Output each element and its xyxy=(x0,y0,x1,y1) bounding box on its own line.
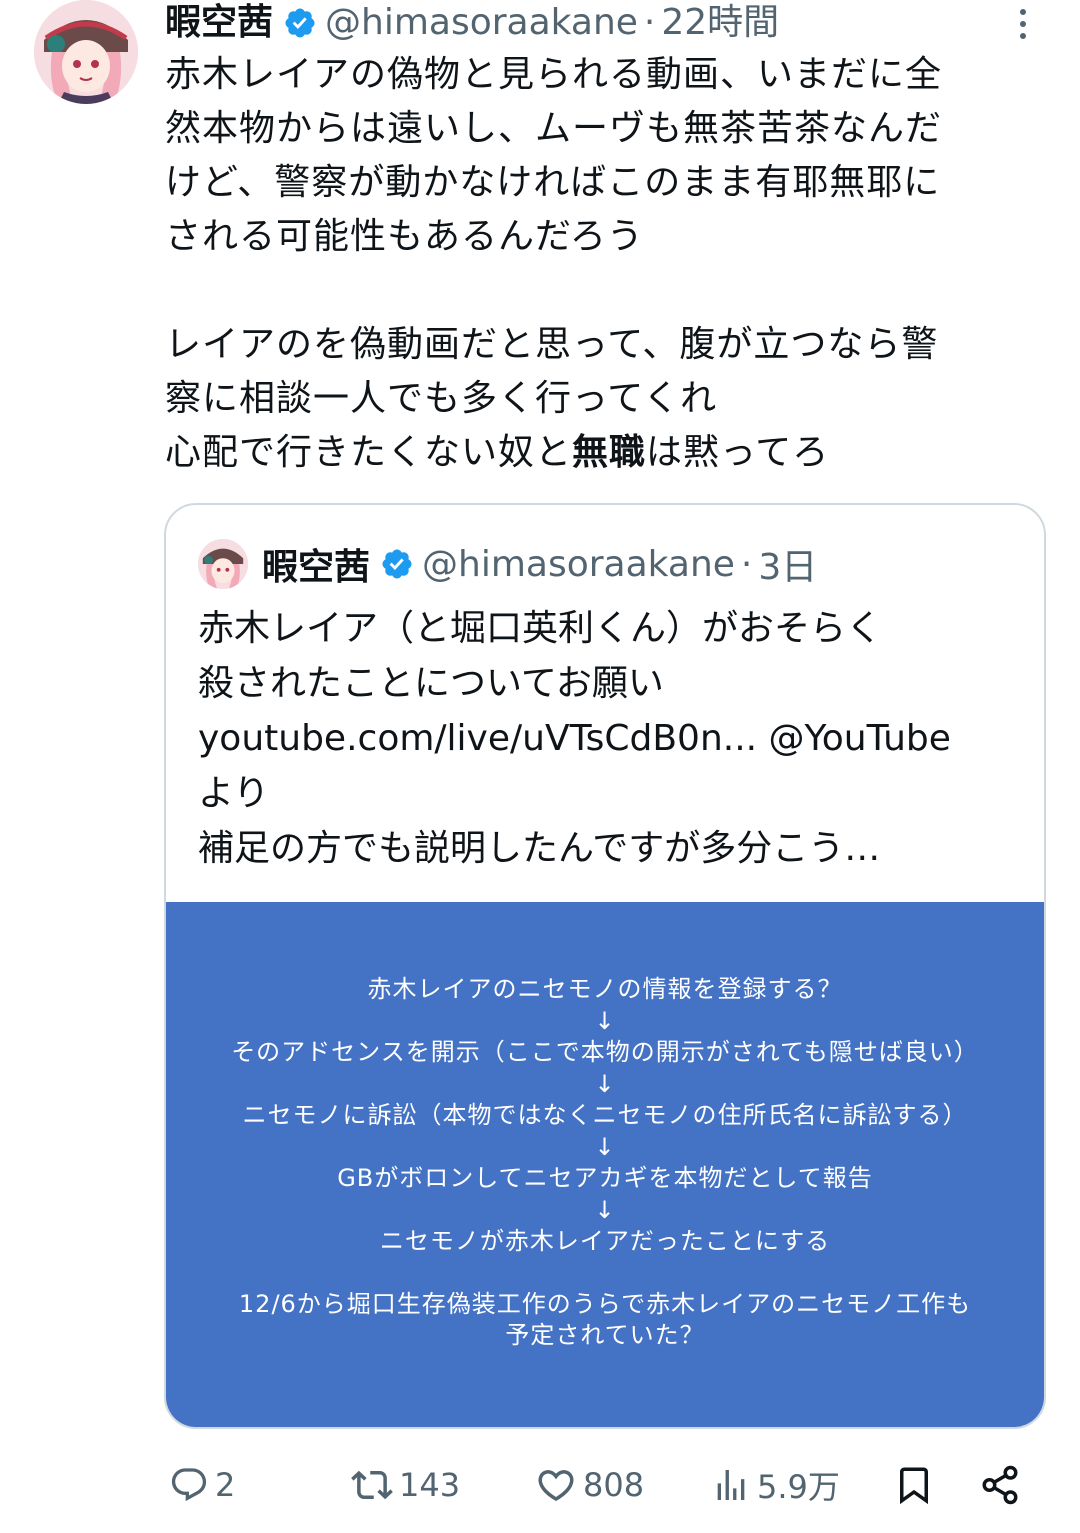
separator-dot: · xyxy=(740,543,753,585)
quoted-line: 補足の方でも説明したんですが多分こう… xyxy=(198,828,881,869)
youtube-link[interactable]: youtube.com/live/uVTsCdB0n... xyxy=(198,718,757,759)
tweet-paragraph-1: 赤木レイアの偽物と見られる動画、いまだに全 然本物からは遠いし、ムーヴも無茶苦茶… xyxy=(165,54,943,257)
quoted-author-name: 暇空茜 xyxy=(262,547,371,588)
tweet-bold-span: 無職 xyxy=(572,432,647,473)
like-button[interactable]: 808 xyxy=(535,1455,644,1515)
views-count: 5.9万 xyxy=(757,1468,840,1506)
tweet-paragraph-2: レイアのを偽動画だと思って、腹が立つなら警 察に相談一人でも多く行ってくれ xyxy=(165,324,939,419)
flow-step: GBがボロンしてニセアカギを本物だとして報告 xyxy=(337,1164,873,1192)
flow-step: ニセモノが赤木レイアだったことにする xyxy=(379,1227,831,1255)
quoted-tweet-image[interactable]: 赤木レイアのニセモノの情報を登録する？ ↓ そのアドセンスを開示（ここで本物の開… xyxy=(166,902,1044,1427)
avatar[interactable] xyxy=(34,0,138,104)
quoted-line: 殺されたことについてお願い xyxy=(198,663,664,704)
tweet-text: 赤木レイアの偽物と見られる動画、いまだに全 然本物からは遠いし、ムーヴも無茶苦茶… xyxy=(165,48,1055,480)
tweet-text-span: は黙ってろ xyxy=(646,432,830,473)
down-arrow-icon: ↓ xyxy=(594,1133,616,1161)
reply-icon xyxy=(169,1465,209,1505)
flow-step: ニセモノに訴訟（本物ではなくニセモノの住所氏名に訴訟する） xyxy=(242,1101,968,1129)
retweet-icon xyxy=(351,1464,393,1506)
down-arrow-icon: ↓ xyxy=(594,1196,616,1224)
retweet-count: 143 xyxy=(399,1466,461,1504)
reply-count: 2 xyxy=(215,1466,236,1504)
verified-badge-icon xyxy=(283,6,317,40)
quoted-line: 赤木レイア（と堀口英利くん）がおそらく xyxy=(198,608,883,649)
quoted-line: より xyxy=(198,773,270,814)
author-name[interactable]: 暇空茜 xyxy=(165,0,273,46)
views-button[interactable]: 5.9万 xyxy=(711,1455,840,1515)
tweet: 暇空茜 @himasoraakane · 22時間 赤木レイアの偽物と見られる動… xyxy=(0,0,1080,1533)
separator-dot: · xyxy=(643,2,656,43)
quoted-tweet-header: 暇空茜 @himasoraakane · 3日 xyxy=(198,539,817,589)
verified-badge-icon xyxy=(380,547,414,581)
author-handle[interactable]: @himasoraakane xyxy=(325,0,638,46)
tweet-header: 暇空茜 @himasoraakane · 22時間 xyxy=(165,0,779,46)
flow-step: 赤木レイアのニセモノの情報を登録する？ xyxy=(367,975,843,1003)
tweet-text-span: 心配で行きたくない奴と xyxy=(165,432,573,473)
down-arrow-icon: ↓ xyxy=(594,1070,616,1098)
youtube-mention: @YouTube xyxy=(757,718,951,759)
quoted-tweet-time: 3日 xyxy=(758,547,818,588)
share-button[interactable] xyxy=(979,1455,1021,1515)
quoted-author-handle: @himasoraakane xyxy=(422,543,735,585)
retweet-button[interactable]: 143 xyxy=(351,1455,460,1515)
quoted-avatar xyxy=(198,539,248,589)
like-count: 808 xyxy=(583,1466,645,1504)
flow-note: 予定されていた？ xyxy=(505,1321,705,1349)
quoted-tweet-text: 赤木レイア（と堀口英利くん）がおそらく 殺されたことについてお願い youtub… xyxy=(198,601,1028,876)
flow-note: 12/6から堀口生存偽装工作のうらで赤木レイアのニセモノ工作も xyxy=(238,1290,972,1318)
bookmark-icon xyxy=(893,1464,935,1506)
flow-step: そのアドセンスを開示（ここで本物の開示がされても隠せば良い） xyxy=(231,1038,979,1066)
views-icon xyxy=(711,1465,751,1505)
quoted-tweet[interactable]: 暇空茜 @himasoraakane · 3日 赤木レイア（と堀口英利くん）がお… xyxy=(164,503,1046,1429)
reply-button[interactable]: 2 xyxy=(169,1455,235,1515)
bookmark-button[interactable] xyxy=(893,1455,935,1515)
down-arrow-icon: ↓ xyxy=(594,1007,616,1035)
tweet-time[interactable]: 22時間 xyxy=(661,0,779,46)
like-icon xyxy=(535,1464,577,1506)
share-icon xyxy=(979,1464,1021,1506)
more-vertical-icon[interactable] xyxy=(1008,4,1038,44)
action-bar: 2 143 808 5.9万 xyxy=(165,1455,1035,1515)
flowchart: 赤木レイアのニセモノの情報を登録する？ ↓ そのアドセンスを開示（ここで本物の開… xyxy=(166,974,1044,1351)
tweet-paragraph-3: 心配で行きたくない奴と無職は黙ってろ xyxy=(165,426,1055,480)
quoted-line: youtube.com/live/uVTsCdB0n... @YouTube xyxy=(198,711,1028,766)
